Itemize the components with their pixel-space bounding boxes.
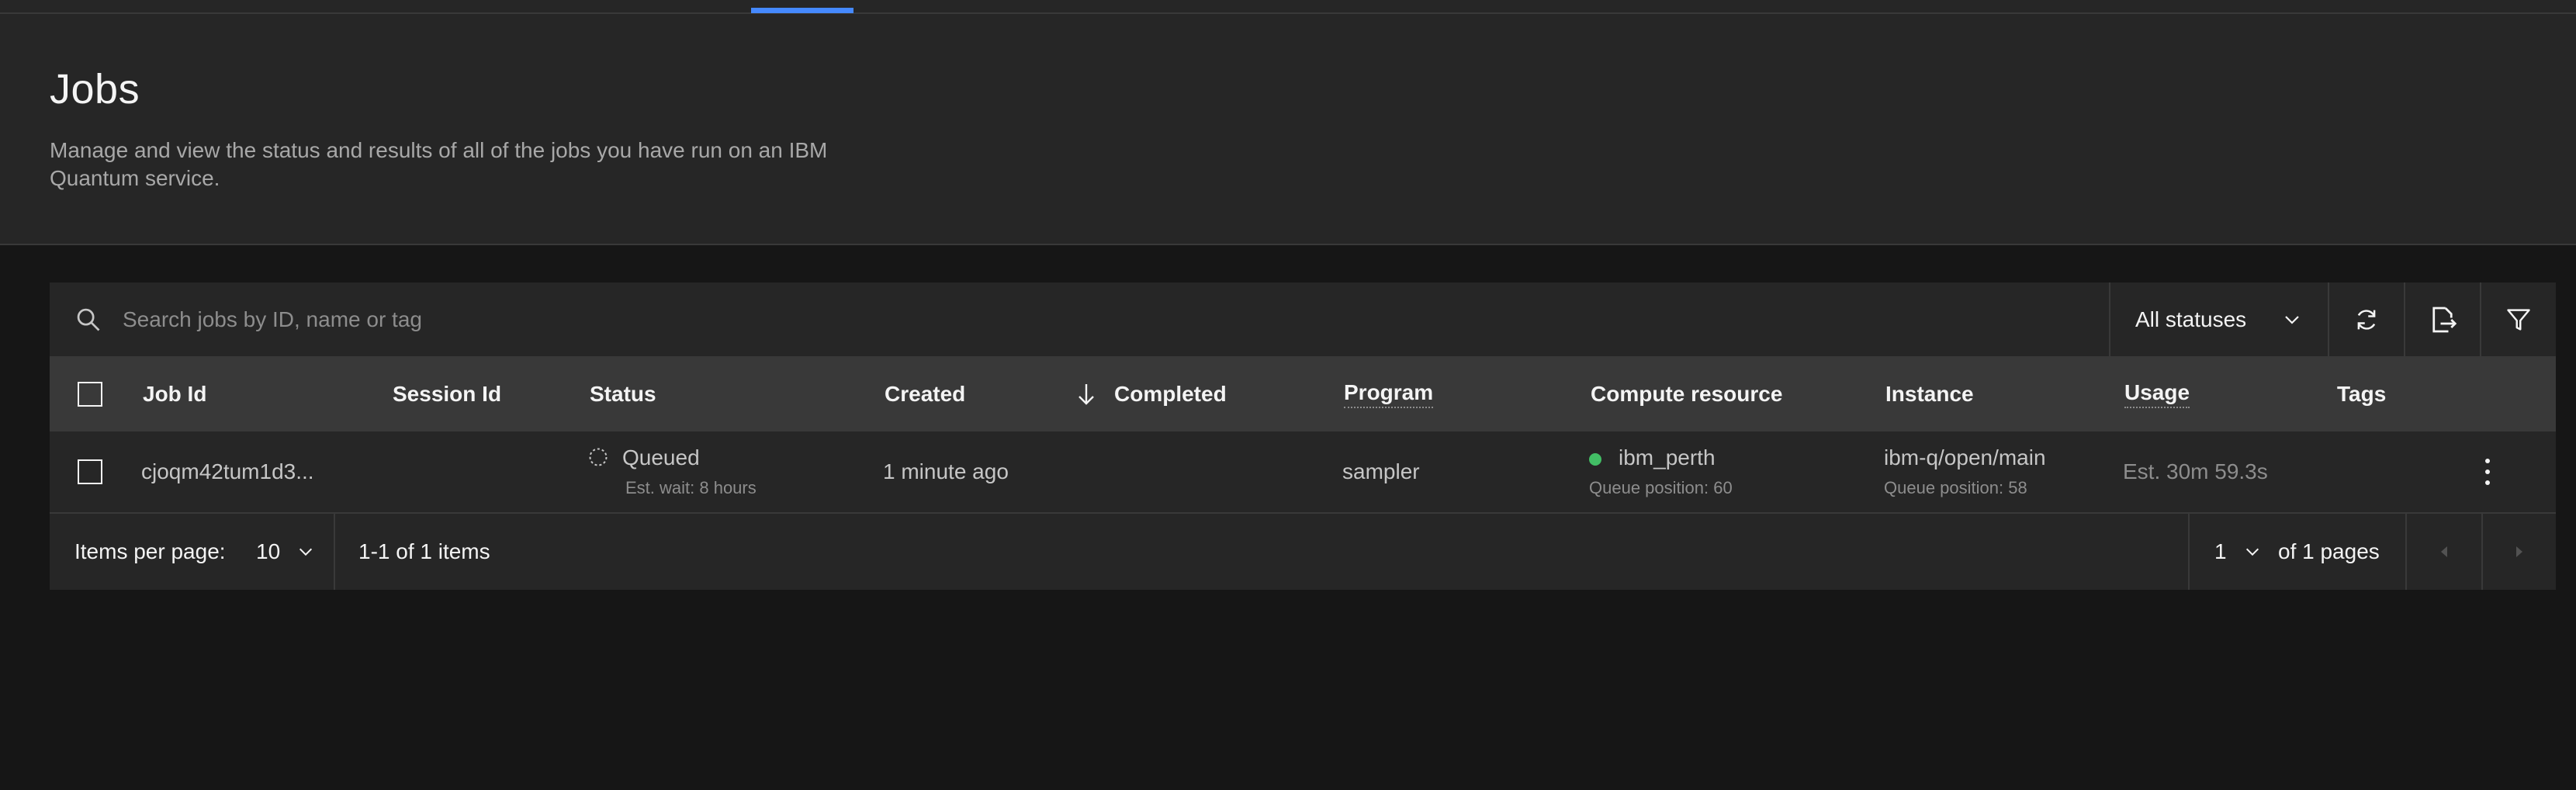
- column-header-status[interactable]: Status: [590, 357, 656, 431]
- online-status-dot: [1589, 453, 1601, 466]
- previous-page-button[interactable]: [2407, 514, 2481, 590]
- column-header-program[interactable]: Program: [1344, 357, 1434, 431]
- column-header-instance[interactable]: Instance: [1885, 357, 1974, 431]
- items-per-page-select[interactable]: 10: [256, 514, 314, 590]
- items-per-page-label: Items per page:: [74, 539, 226, 563]
- active-tab-indicator: [751, 8, 853, 13]
- export-button[interactable]: [2404, 282, 2480, 357]
- table-toolbar: All statuses: [50, 282, 2556, 357]
- page-select-value: 1: [2214, 539, 2227, 563]
- page-title: Jobs: [50, 66, 140, 113]
- export-icon: [2432, 307, 2457, 333]
- search-icon: [77, 308, 100, 331]
- status-est-wait: Est. wait: 8 hours: [625, 478, 757, 497]
- column-header-tags[interactable]: Tags: [2337, 357, 2386, 431]
- jobs-table: All statuses: [50, 282, 2556, 590]
- program-cell: sampler: [1342, 459, 1420, 483]
- chevron-down-icon: [2285, 316, 2299, 324]
- instance-queue-position: Queue position: 58: [1884, 478, 2027, 497]
- created-cell: 1 minute ago: [883, 459, 1009, 483]
- overflow-menu-icon[interactable]: [2481, 456, 2494, 487]
- caret-right-icon: [2516, 546, 2522, 557]
- column-header-usage[interactable]: Usage: [2124, 357, 2190, 431]
- filter-icon: [2507, 309, 2530, 331]
- chevron-down-icon: [2245, 548, 2259, 556]
- table-row[interactable]: cjoqm42tum1d3... Queued Est. wait: 8 hou…: [50, 431, 2556, 514]
- filter-button[interactable]: [2480, 282, 2556, 357]
- column-header-created[interactable]: Created: [885, 357, 965, 431]
- sort-descending-icon[interactable]: [1075, 357, 1097, 431]
- page-select[interactable]: 1: [2214, 514, 2261, 590]
- status-cell: Queued: [622, 445, 700, 469]
- status-filter-label: All statuses: [2135, 307, 2247, 331]
- caret-left-icon: [2441, 546, 2447, 557]
- items-per-page-value: 10: [256, 539, 281, 563]
- page-header: Jobs Manage and view the status and resu…: [0, 14, 2576, 245]
- search-input[interactable]: [123, 296, 2140, 343]
- total-pages: of 1 pages: [2278, 539, 2380, 563]
- compute-resource-cell[interactable]: ibm_perth: [1619, 445, 1716, 470]
- page-description: Manage and view the status and results o…: [50, 138, 828, 190]
- top-nav-bar: [0, 0, 2576, 14]
- column-header-session-id[interactable]: Session Id: [393, 357, 501, 431]
- column-header-completed[interactable]: Completed: [1114, 357, 1227, 431]
- chevron-down-icon: [299, 548, 313, 556]
- instance-cell: ibm-q/open/main: [1884, 445, 2046, 469]
- pagination-bar: Items per page: 10 1-1 of 1 items 1 of 1…: [50, 514, 2556, 590]
- next-page-button[interactable]: [2483, 514, 2556, 590]
- row-checkbox[interactable]: [78, 459, 102, 484]
- select-all-checkbox[interactable]: [78, 382, 102, 407]
- job-id-cell[interactable]: cjoqm42tum1d3...: [141, 459, 314, 484]
- items-range: 1-1 of 1 items: [358, 539, 490, 563]
- usage-cell: Est. 30m 59.3s: [2123, 459, 2268, 483]
- refresh-button[interactable]: [2328, 282, 2404, 357]
- column-header-compute-resource[interactable]: Compute resource: [1591, 357, 1782, 431]
- column-header-job-id[interactable]: Job Id: [143, 357, 206, 431]
- refresh-icon: [2357, 310, 2376, 330]
- queued-status-icon: [589, 448, 608, 466]
- status-filter-dropdown[interactable]: All statuses: [2109, 282, 2328, 357]
- compute-queue-position: Queue position: 60: [1589, 478, 1733, 497]
- table-header-row: Job Id Session Id Status Created Complet…: [50, 357, 2556, 431]
